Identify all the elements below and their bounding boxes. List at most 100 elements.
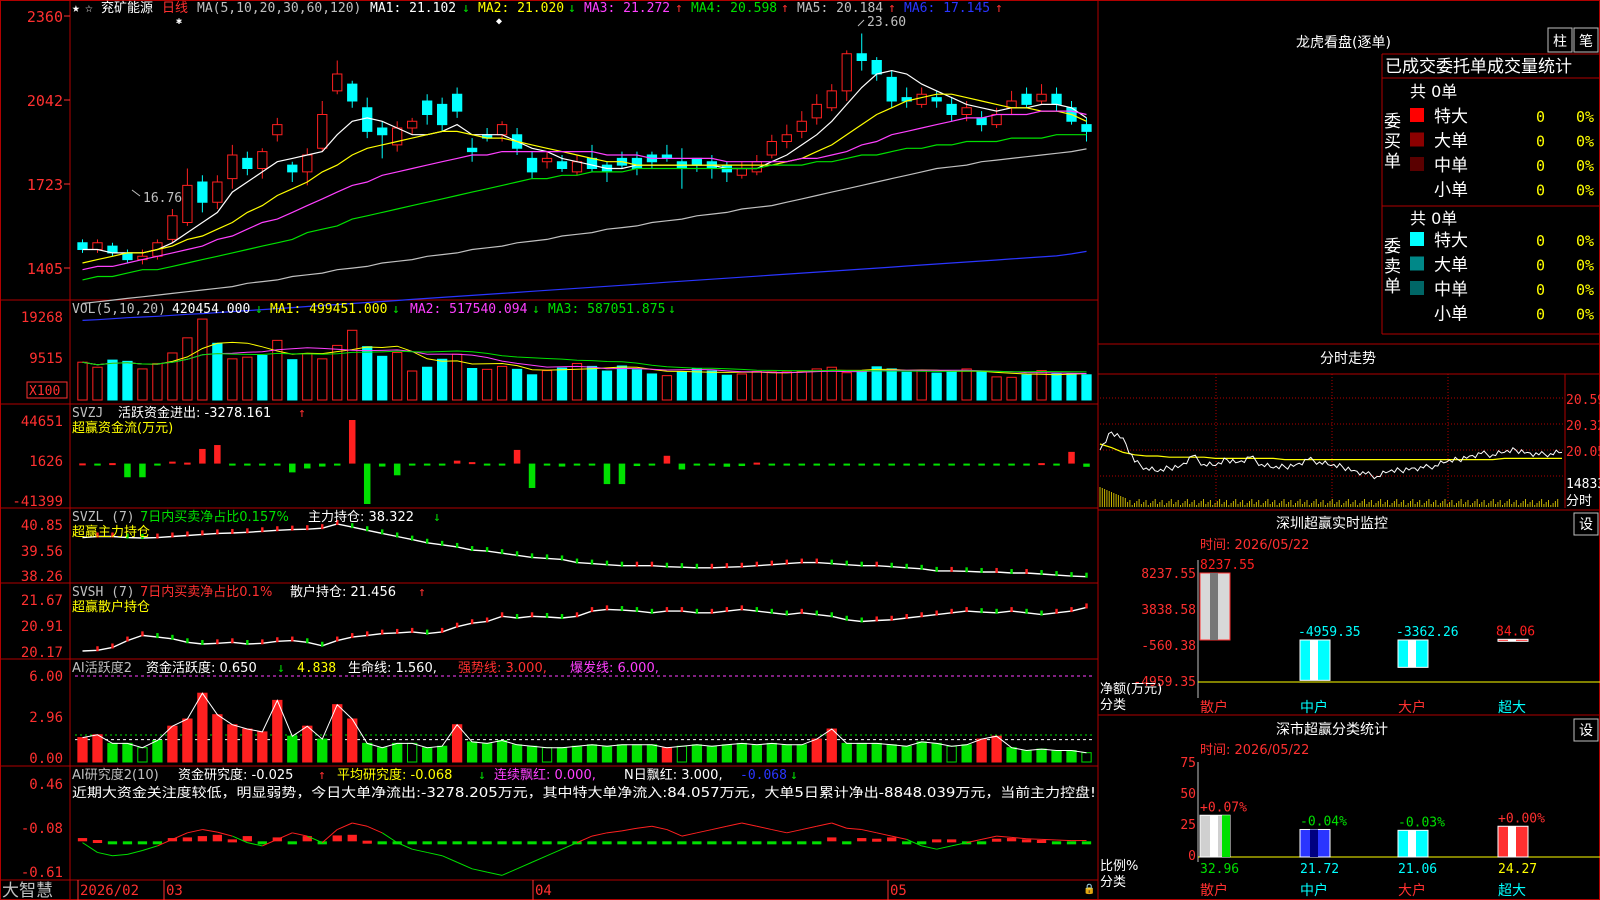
svsh-point-marker (500, 612, 504, 618)
volume-bar (422, 366, 433, 401)
favorite-star-icon[interactable]: ★ (72, 1, 80, 16)
intraday-panel[interactable]: 分时走势 20.59 20.32 20.05 14833 分时 (1098, 351, 1600, 509)
ai-activity-panel[interactable]: 6.00 2.96 0.00 AI活跃度2 资金活跃度: 0.650 ↓ 4.8… (29, 660, 1094, 767)
svsh-point-marker (680, 607, 684, 613)
candle-body (317, 114, 328, 149)
svsh-point-marker (1085, 603, 1088, 609)
sell-total: 共 0单 (1410, 209, 1457, 228)
sz-stats-change-label: -0.03% (1398, 815, 1445, 830)
svzl-point-marker (201, 530, 204, 536)
price-panel[interactable]: 2360 2042 1723 1405 16.76 23.60 ★ ☆ 兖矿能源… (27, 1, 1092, 321)
volume-bar (946, 370, 957, 401)
ma3-arrow-icon: ↑ (675, 1, 683, 16)
lock-icon[interactable]: 🔒 (1083, 883, 1095, 895)
svzj-bar (453, 460, 461, 464)
sz-monitor-value-label: -4959.35 (1298, 625, 1361, 640)
sz-monitor-settings-label[interactable]: 设 (1579, 517, 1593, 533)
sz-stats-category: 大户 (1398, 882, 1426, 899)
volume-bar (871, 366, 882, 401)
svzl-point-marker (935, 566, 938, 572)
volume-bar (362, 346, 373, 401)
candle-body (976, 117, 987, 126)
ai-research-line-segment (651, 825, 668, 831)
svsh-point-marker (845, 615, 848, 621)
volume-bar (1081, 374, 1092, 401)
buy-row-count: 0 (1536, 182, 1545, 200)
sz-stats-xlabel: 分类 (1100, 875, 1126, 890)
ai-active-title: AI活跃度2 (72, 660, 132, 676)
ai-research-line-segment (831, 822, 847, 829)
ai-activity-bar (796, 744, 807, 763)
svzj-y-tick: 44651 (21, 414, 63, 430)
ai-research-line-segment (97, 851, 113, 857)
period-label[interactable]: 日线 (162, 1, 188, 16)
ai-activity-bar (961, 744, 972, 763)
volume-bar (901, 371, 912, 401)
svsh-panel[interactable]: 21.67 20.91 20.17 SVSH (7) 7日内买卖净占比0.1% … (21, 584, 1088, 661)
sell-label-char: 单 (1384, 277, 1401, 297)
ai-active-y-tick: 2.96 (29, 710, 63, 726)
sz-stats-bar-highlight (1210, 815, 1218, 857)
sz-stats-bar-accent (1222, 815, 1230, 857)
ai-research-bar (257, 841, 267, 845)
svzj-bar (244, 463, 251, 466)
ai-activity-bar (302, 725, 313, 763)
volume-panel[interactable]: 19268 9515 X100 VOL(5,10,20) 420454.000 … (21, 302, 1092, 401)
svzj-panel[interactable]: 44651 1626 -41399 SVZJ 活跃资金进出: -3278.161… (12, 405, 1090, 510)
trading-screen: 2360 2042 1723 1405 16.76 23.60 ★ ☆ 兖矿能源… (0, 0, 1600, 900)
svzl-point-marker (470, 546, 474, 552)
ma-line-3 (82, 110, 1087, 271)
svsh-point-marker (770, 608, 774, 614)
candle-body (1051, 93, 1062, 105)
tick-view-label[interactable]: 笔 (1579, 34, 1593, 50)
sz-monitor-bar-highlight (1310, 640, 1318, 681)
buy-row-name: 小单 (1434, 181, 1468, 201)
svsh-point-marker (171, 634, 174, 640)
ai-research-bar (707, 841, 717, 845)
ai-research-line-segment (936, 845, 952, 850)
star-outline-icon[interactable]: ☆ (85, 1, 93, 16)
vol-y-tick: 9515 (29, 351, 63, 367)
svzl-panel[interactable]: 40.85 39.56 38.26 SVZL (7) 7日内买卖净占比0.157… (21, 509, 1088, 585)
ai-research-bar (812, 841, 822, 845)
svsh-point-marker (291, 636, 294, 642)
date-axis: 大智慧 2026/02 03 04 05 🔒 (2, 880, 1095, 900)
vol-title: VOL(5,10,20) (72, 302, 166, 317)
buy-row-count: 0 (1536, 157, 1545, 175)
svsh-y-tick: 21.67 (21, 593, 63, 609)
ai-activity-bar (407, 742, 418, 763)
volume-bar (107, 359, 118, 401)
sell-label-char: 委 (1384, 237, 1401, 257)
sell-row-name: 大单 (1434, 256, 1468, 276)
svzl-point-marker (650, 561, 654, 567)
vol-ma2: MA2: 517540.094 (410, 302, 528, 317)
svzl-point-marker (171, 532, 174, 538)
ai-research-line-segment (441, 855, 458, 863)
ai-activity-bar (856, 742, 867, 763)
svsh-point-marker (156, 633, 159, 639)
ai-research-bar (782, 841, 792, 845)
ai-research-panel[interactable]: 0.46 -0.08 -0.61 AI研究度2(10) 资金研究度: -0.02… (21, 767, 1096, 881)
buy-row-pct: 0% (1576, 157, 1594, 175)
ai-research-bar (362, 840, 372, 844)
sz-stats-panel[interactable]: 深市超赢分类统计 设 时间: 2026/05/22 75 50 25 0 比例%… (1100, 718, 1600, 899)
volume-bar (601, 370, 613, 401)
ai-research-line-segment (726, 822, 742, 827)
svsh-title: SVSH (7) (72, 585, 135, 600)
ai-activity-bar (317, 738, 328, 763)
svzl-point-marker (1025, 568, 1028, 574)
sz-monitor-panel[interactable]: 深圳超赢实时监控 设 时间: 2026/05/22 8237.55 3838.5… (1100, 512, 1600, 716)
bar-view-label[interactable]: 柱 (1553, 34, 1567, 50)
sz-stats-settings-label[interactable]: 设 (1579, 723, 1593, 739)
svzj-bar (483, 463, 491, 466)
ai-activity-bar (152, 740, 163, 763)
ai-active-life: 生命线: 1.560, (348, 660, 437, 676)
ai-active-v2: 4.838 (297, 661, 336, 676)
volume-bar (197, 318, 208, 401)
svzj-bar (139, 463, 146, 478)
ai-activity-bar (392, 742, 403, 763)
ai-research-bar (482, 841, 492, 845)
longhu-panel[interactable]: 龙虎看盘(逐单) 柱 笔 已成交委托单成交量统计 共 0单 共 0单 委 买 单… (1296, 27, 1599, 325)
svsh-point-marker (336, 636, 339, 642)
sz-monitor-xlabel: 分类 (1100, 698, 1126, 713)
